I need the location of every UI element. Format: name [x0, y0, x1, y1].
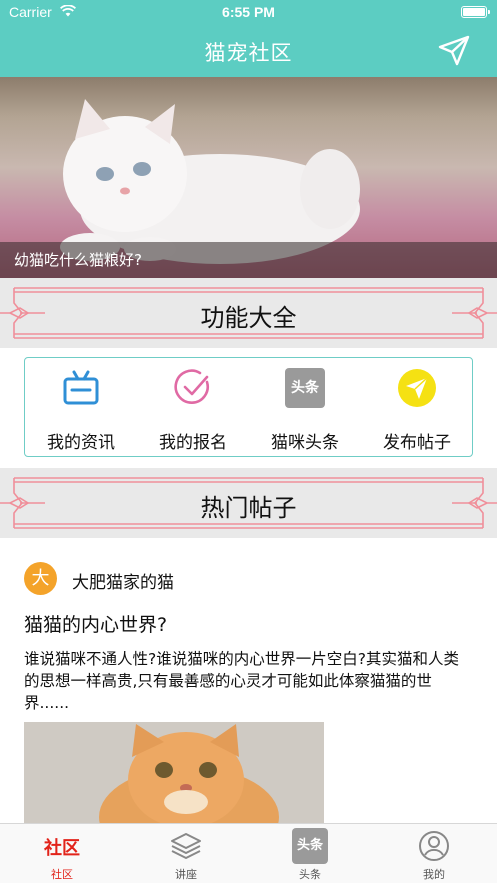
post-author[interactable]: 大肥猫家的猫: [72, 568, 174, 593]
avatar[interactable]: 大: [24, 562, 57, 595]
tab-bar: 社区 社区 讲座 头条 头条 我的: [0, 823, 497, 883]
features-panel: 我的资讯 我的报名 头条 猫咪头条 发布帖子: [24, 357, 473, 457]
tab-label: 头条: [299, 868, 321, 881]
hot-posts-section-header: 热门帖子: [0, 468, 497, 538]
tab-profile[interactable]: 我的: [372, 824, 496, 883]
tab-label: 社区: [51, 868, 73, 881]
features-title: 功能大全: [200, 304, 297, 332]
layers-icon: [171, 833, 201, 859]
feature-cat-headlines[interactable]: 头条 猫咪头条: [249, 358, 361, 458]
feature-label: 我的报名: [159, 433, 227, 453]
feature-publish-post[interactable]: 发布帖子: [361, 358, 473, 458]
post-title[interactable]: 猫猫的内心世界?: [24, 610, 167, 637]
community-text-icon: 社区: [44, 838, 80, 859]
tab-headlines[interactable]: 头条 头条: [248, 824, 372, 883]
feature-my-news[interactable]: 我的资讯: [25, 358, 137, 458]
tab-community[interactable]: 社区 社区: [0, 824, 124, 883]
feature-my-signup[interactable]: 我的报名: [137, 358, 249, 458]
status-bar: Carrier 6:55 PM: [0, 0, 497, 26]
feature-label: 我的资讯: [47, 433, 115, 453]
tab-label: 我的: [423, 868, 445, 881]
check-circle-icon: [174, 369, 209, 404]
banner-carousel[interactable]: 幼猫吃什么猫粮好?: [0, 77, 497, 278]
post-excerpt: 谁说猫咪不通人性?谁说猫咪的内心世界一片空白?其实猫和人类的思想一样高贵,只有最…: [24, 650, 459, 712]
post-cat-image: [24, 722, 324, 824]
hot-posts-title: 热门帖子: [200, 494, 297, 522]
battery-icon: [461, 6, 490, 18]
send-icon[interactable]: [437, 34, 471, 68]
headline-icon: 头条: [292, 828, 328, 864]
clock: 6:55 PM: [222, 4, 275, 20]
post-card[interactable]: 大 大肥猫家的猫 猫猫的内心世界? 谁说猫咪不通人性?谁说猫咪的内心世界一片空白…: [0, 538, 497, 824]
headline-icon: 头条: [285, 368, 325, 408]
feature-label: 猫咪头条: [271, 433, 339, 453]
banner-caption: 幼猫吃什么猫粮好?: [14, 251, 142, 269]
feature-label: 发布帖子: [383, 433, 451, 453]
post-image[interactable]: [24, 722, 324, 824]
tab-label: 讲座: [175, 868, 197, 881]
tv-icon: [63, 370, 99, 405]
page-title: 猫宠社区: [204, 41, 293, 65]
nav-bar: 猫宠社区: [0, 26, 497, 77]
features-section-header: 功能大全: [0, 278, 497, 348]
send-circle-icon: [398, 369, 436, 407]
tab-lectures[interactable]: 讲座: [124, 824, 248, 883]
user-circle-icon: [419, 831, 449, 861]
